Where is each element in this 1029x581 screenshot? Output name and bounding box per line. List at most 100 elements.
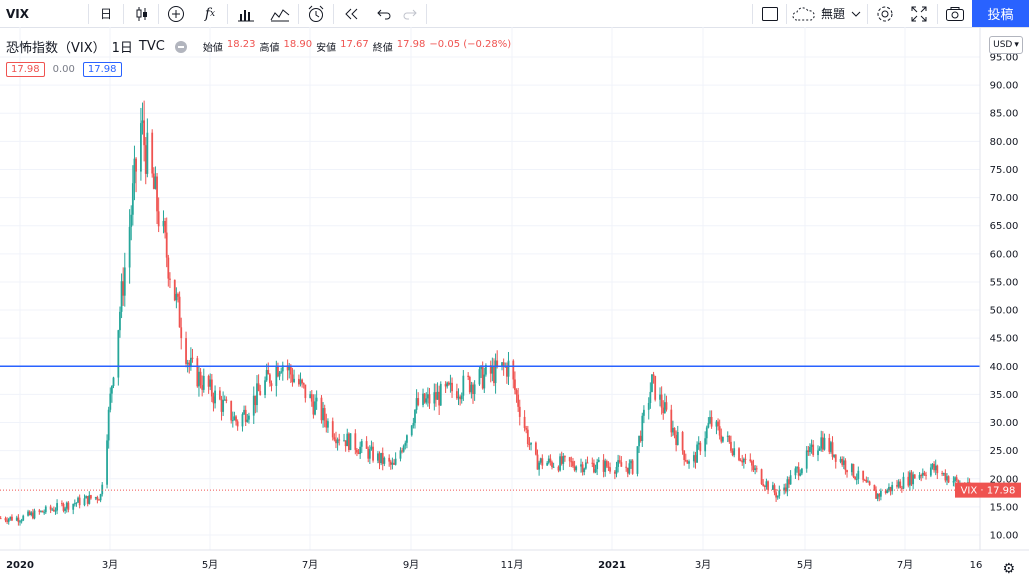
candle-body bbox=[9, 516, 12, 519]
candle-body bbox=[38, 510, 41, 512]
candle-body bbox=[165, 232, 168, 258]
candle-body bbox=[573, 466, 576, 471]
price-tick-label: 95.00 bbox=[990, 53, 1019, 64]
candle-body bbox=[88, 495, 91, 504]
fullscreen-icon[interactable] bbox=[905, 0, 933, 27]
candle-body bbox=[268, 374, 271, 384]
candle-body bbox=[778, 490, 781, 496]
candle-body bbox=[391, 462, 394, 465]
plus-circle-icon[interactable] bbox=[162, 0, 190, 27]
candle-body bbox=[444, 383, 447, 387]
square-icon[interactable] bbox=[756, 0, 784, 27]
candle-body bbox=[357, 452, 360, 454]
price-tick-label: 30.00 bbox=[990, 418, 1019, 429]
chevron-down-icon[interactable] bbox=[848, 0, 864, 27]
gear-icon[interactable] bbox=[871, 0, 899, 27]
price-chart[interactable]: 95.00 90.00 85.00 80.00 75.00 70.00 65.00 60.00… bbox=[0, 27, 1029, 581]
axis-settings-gear-icon[interactable]: ⚙ bbox=[1002, 561, 1015, 577]
candle-body bbox=[921, 472, 924, 476]
candle-body bbox=[235, 416, 237, 422]
time-tick-label: 7月 bbox=[302, 559, 318, 571]
candle-body bbox=[665, 402, 668, 410]
chart-legend: 恐怖指数（VIX） 1日 TVC 始値 18.23 高値 18.90 安値 17.67… bbox=[6, 37, 511, 56]
candle-body bbox=[264, 380, 266, 396]
interval-button[interactable]: 日 bbox=[92, 0, 120, 27]
layout-name[interactable]: 無題 bbox=[818, 0, 848, 27]
candle-body bbox=[684, 459, 687, 462]
price-tick-label: 40.00 bbox=[990, 362, 1019, 373]
candle-body bbox=[947, 476, 950, 483]
candle-body bbox=[280, 371, 283, 373]
candle-body bbox=[325, 420, 328, 428]
candle-body bbox=[681, 431, 684, 451]
camera-icon[interactable] bbox=[941, 0, 969, 27]
candle-body bbox=[270, 383, 273, 386]
hide-minus-icon[interactable] bbox=[174, 40, 187, 53]
candle-body bbox=[417, 398, 420, 405]
candle-body bbox=[854, 476, 856, 480]
candle-body bbox=[749, 459, 752, 462]
symbol-search-button[interactable]: VIX bbox=[6, 0, 29, 27]
candle-body bbox=[560, 456, 563, 464]
candle-body bbox=[551, 462, 553, 467]
candle-body bbox=[741, 460, 744, 463]
candle-body bbox=[77, 497, 79, 503]
candle-body bbox=[918, 475, 921, 479]
fx-icon[interactable]: fx bbox=[196, 0, 224, 27]
candles-icon[interactable] bbox=[128, 0, 156, 27]
undo-icon[interactable] bbox=[370, 0, 398, 27]
candle-body bbox=[199, 371, 202, 386]
candle-body bbox=[207, 375, 210, 387]
candle-body bbox=[277, 366, 279, 377]
candle-body bbox=[435, 392, 437, 400]
candle-body bbox=[128, 226, 131, 268]
candle-body bbox=[312, 401, 315, 415]
price-axis: 95.00 90.00 85.00 80.00 75.00 70.00 65.00 60.00… bbox=[990, 53, 1019, 542]
candle-body bbox=[820, 437, 823, 449]
candle-body bbox=[359, 446, 362, 454]
divider bbox=[333, 4, 334, 24]
candle-body bbox=[399, 450, 402, 459]
candle-body bbox=[886, 489, 889, 494]
candle-body bbox=[941, 473, 944, 475]
redo-icon[interactable] bbox=[396, 0, 424, 27]
candle-body bbox=[372, 446, 374, 461]
candle-body bbox=[73, 503, 76, 505]
candle-body bbox=[512, 360, 515, 380]
candle-body bbox=[591, 462, 594, 464]
sell-price-box[interactable]: 17.98 bbox=[6, 62, 45, 77]
candle-body bbox=[415, 398, 418, 410]
candle-body bbox=[821, 437, 824, 450]
candle-body bbox=[151, 132, 154, 174]
cloud-icon[interactable] bbox=[790, 0, 818, 27]
candle-body bbox=[156, 176, 158, 212]
candle-body bbox=[11, 516, 13, 521]
candle-body bbox=[425, 398, 428, 403]
candle-body bbox=[220, 399, 223, 412]
currency-selector[interactable]: USD ▾ bbox=[989, 36, 1023, 54]
legend-title[interactable]: 恐怖指数（VIX） bbox=[6, 37, 106, 56]
divider bbox=[867, 4, 868, 24]
candle-body bbox=[101, 484, 104, 495]
candle-body bbox=[236, 421, 239, 427]
candle-body bbox=[692, 455, 695, 462]
candle-body bbox=[652, 374, 655, 376]
buy-price-box[interactable]: 17.98 bbox=[82, 62, 122, 77]
candle-body bbox=[131, 183, 134, 215]
candle-body bbox=[651, 374, 653, 392]
candle-body bbox=[944, 473, 947, 481]
candle-body bbox=[225, 399, 228, 401]
candle-body bbox=[575, 466, 578, 471]
candle-body bbox=[876, 493, 879, 499]
candle-body bbox=[122, 281, 125, 296]
candle-body bbox=[593, 463, 595, 473]
post-button[interactable]: 投稿 bbox=[972, 0, 1029, 27]
candle-body bbox=[423, 393, 426, 403]
alarm-icon[interactable] bbox=[302, 0, 330, 27]
candle-body bbox=[146, 132, 149, 174]
line-chart-icon[interactable] bbox=[266, 0, 294, 27]
replay-icon[interactable] bbox=[337, 0, 365, 27]
candle-body bbox=[607, 466, 610, 468]
time-axis: 2020 3月 5月 7月 9月 11月 2021 3月 5月 7月 16 bbox=[6, 559, 982, 571]
bars-icon[interactable] bbox=[232, 0, 260, 27]
